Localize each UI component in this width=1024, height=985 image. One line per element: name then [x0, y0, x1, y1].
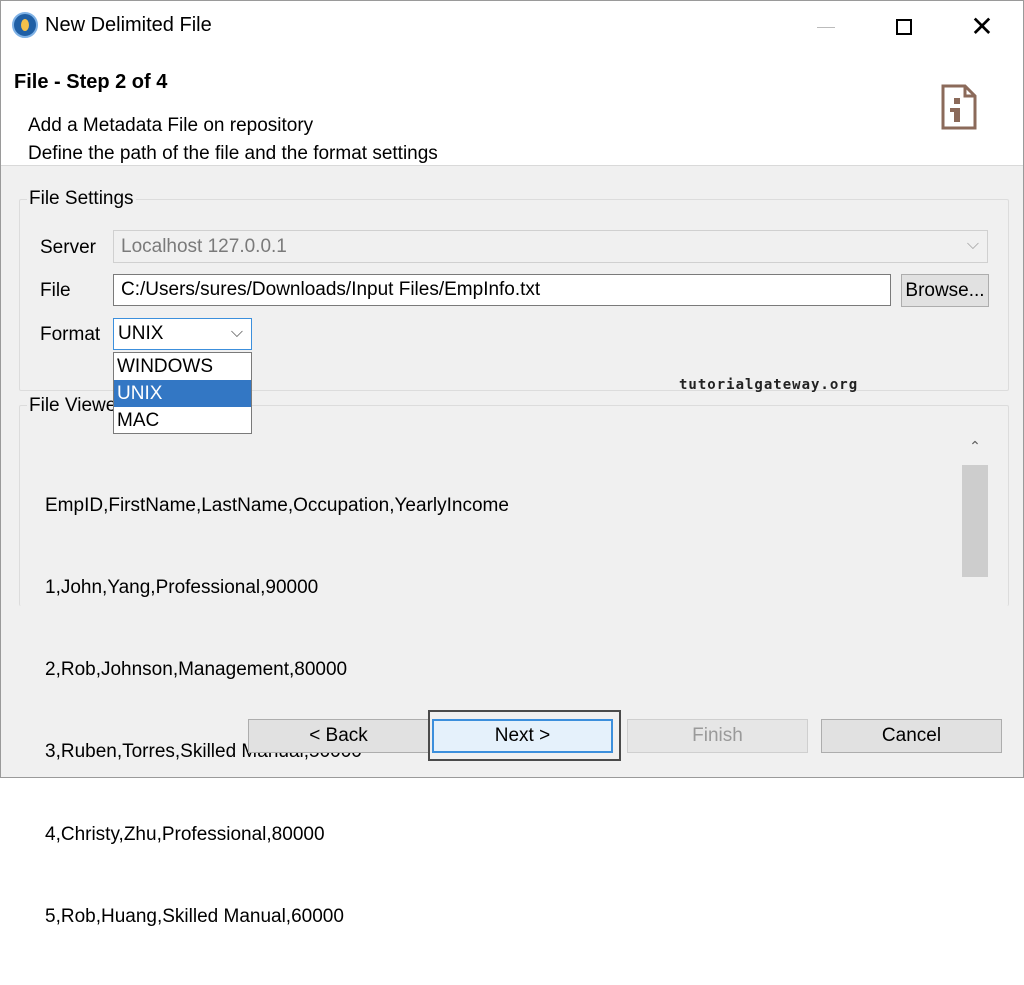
watermark: tutorialgateway.org	[679, 377, 859, 393]
window-title: New Delimited File	[45, 14, 212, 36]
wizard-header: File - Step 2 of 4 Add a Metadata File o…	[1, 53, 1023, 166]
maximize-button[interactable]	[872, 1, 936, 53]
app-icon	[12, 12, 38, 38]
scroll-thumb[interactable]	[962, 465, 988, 577]
file-line: 5,Rob,Huang,Skilled Manual,60000	[45, 905, 344, 927]
file-path-input[interactable]	[113, 274, 891, 306]
file-viewer-label: File Viewer	[27, 395, 125, 417]
next-button[interactable]: Next >	[432, 719, 613, 753]
format-dropdown-list[interactable]: WINDOWS UNIX MAC	[113, 352, 252, 434]
format-value: UNIX	[118, 323, 164, 344]
file-label: File	[40, 280, 71, 301]
file-line: 1,John,Yang,Professional,90000	[45, 577, 319, 599]
chevron-down-icon: ⌵	[230, 322, 243, 341]
format-combo[interactable]: UNIX ⌵	[113, 318, 252, 350]
browse-button[interactable]: Browse...	[901, 274, 989, 307]
minimize-icon	[817, 26, 835, 28]
back-button[interactable]: < Back	[248, 719, 429, 753]
step-description-line-2: Define the path of the file and the form…	[28, 143, 438, 164]
viewer-scrollbar[interactable]: ⌃	[962, 435, 988, 601]
file-line: 2,Rob,Johnson,Management,80000	[45, 659, 348, 681]
minimize-button[interactable]	[794, 1, 858, 53]
format-option-unix[interactable]: UNIX	[114, 380, 251, 407]
scroll-up-arrow-icon[interactable]: ⌃	[962, 439, 988, 461]
title-bar: New Delimited File ✕	[1, 1, 1023, 53]
new-delimited-file-dialog: New Delimited File ✕ File - Step 2 of 4 …	[0, 0, 1024, 927]
server-label: Server	[40, 237, 96, 258]
close-button[interactable]: ✕	[950, 1, 1014, 53]
file-info-icon	[941, 84, 977, 130]
step-description-line-1: Add a Metadata File on repository	[28, 115, 314, 136]
server-combo: Localhost 127.0.0.1 ⌵	[113, 230, 988, 263]
format-option-mac[interactable]: MAC	[114, 407, 251, 434]
maximize-icon	[896, 19, 912, 35]
format-option-windows[interactable]: WINDOWS	[114, 353, 251, 380]
finish-button[interactable]: Finish	[627, 719, 808, 753]
format-label: Format	[40, 324, 101, 345]
cancel-button[interactable]: Cancel	[821, 719, 1002, 753]
file-settings-label: File Settings	[27, 188, 136, 210]
step-title: File - Step 2 of 4	[14, 71, 168, 93]
server-value: Localhost 127.0.0.1	[121, 236, 287, 257]
file-line: 4,Christy,Zhu,Professional,80000	[45, 823, 325, 845]
chevron-down-icon: ⌵	[966, 234, 979, 253]
close-icon: ✕	[970, 10, 994, 43]
file-line: EmpID,FirstName,LastName,Occupation,Year…	[45, 494, 509, 516]
